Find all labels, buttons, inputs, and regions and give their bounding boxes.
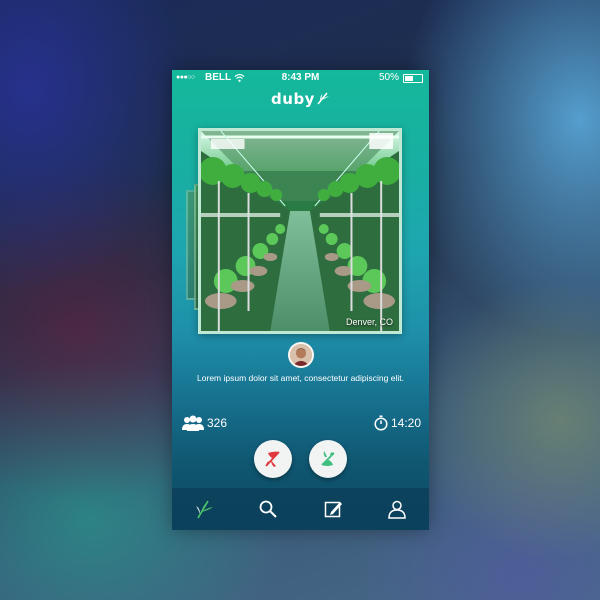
tab-profile[interactable] [382,494,412,524]
status-bar: ●●●○○ BELL 8:43 PM 50% [172,70,429,86]
tab-home[interactable] [189,494,219,524]
compose-icon [324,501,342,518]
followers-stat: 326 [182,414,227,432]
followers-count: 326 [207,416,228,430]
leaf-logo-icon [317,92,329,105]
leaf-down-icon [265,451,280,467]
battery-level [405,76,413,81]
photo-card-stack[interactable]: Denver, CO [182,128,422,334]
logo-text: duby [271,90,315,108]
tab-bar [172,488,429,530]
thumbs-up-button[interactable] [309,440,347,478]
leaf-icon [196,500,214,519]
profile-icon [388,500,406,519]
stopwatch-icon [374,415,388,431]
timer-stat: 14:20 [374,414,421,432]
greenhouse-photo [201,131,399,331]
app-logo: duby [172,90,429,112]
avatar[interactable] [288,342,314,368]
tab-compose[interactable] [318,494,348,524]
photo-card[interactable]: Denver, CO [198,128,402,334]
tab-search[interactable] [253,494,283,524]
users-icon [182,415,204,431]
thumbs-down-button[interactable] [254,440,292,478]
search-icon [259,500,278,518]
phone-screen: ●●●○○ BELL 8:43 PM 50% duby Denver, CO L… [172,70,429,530]
post-description: Lorem ipsum dolor sit amet, consectetur … [197,373,404,383]
location-label: Denver, CO [345,317,393,327]
leaf-up-icon [321,451,335,466]
battery-icon [403,74,423,83]
battery-percentage: 50% [378,72,399,83]
timer-value: 14:20 [390,416,421,430]
user-avatar-image [290,344,312,366]
